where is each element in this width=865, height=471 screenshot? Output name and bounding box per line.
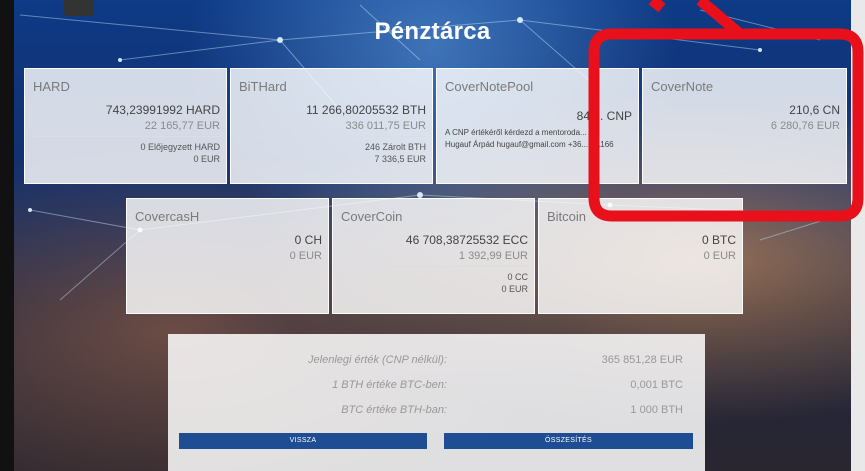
- card-eur-value: 0 EUR: [703, 250, 736, 262]
- card-amount: 84 ... CNP: [576, 109, 632, 123]
- wallet-card-bithard[interactable]: BiTHard 11 266,80205532 BTH 336 011,75 E…: [230, 68, 433, 184]
- card-amount: 46 708,38725532 ECC: [405, 233, 528, 247]
- card-name: CoverNotePool: [445, 79, 534, 94]
- card-sub-amount: 0 CC: [507, 272, 528, 282]
- card-divider: [239, 136, 426, 137]
- card-divider: [33, 136, 220, 137]
- card-sub-eur: 7 336,5 EUR: [374, 154, 426, 164]
- card-sub-amount: 246 Zárolt BTH: [364, 142, 426, 152]
- wallet-card-bitcoin[interactable]: Bitcoin 0 BTC 0 EUR: [538, 198, 743, 314]
- summary-panel: Jelenlegi érték (CNP nélkül): 365 851,28…: [168, 334, 705, 471]
- back-button[interactable]: VISSZA: [179, 433, 427, 449]
- card-name: CoverCoin: [341, 209, 403, 224]
- wallet-card-covercash[interactable]: CovercasH 0 CH 0 EUR: [126, 198, 329, 314]
- card-divider: [341, 266, 528, 267]
- card-note-contact: Hugauf Árpád hugauf@gmail.com +36...0111…: [445, 140, 614, 149]
- card-sub-amount: 0 Előjegyzett HARD: [140, 142, 220, 152]
- card-note-text: A CNP értékéről kérdezd a mentoroda...: [445, 128, 587, 137]
- card-name: Bitcoin: [547, 209, 587, 224]
- card-amount: 210,6 CN: [789, 103, 840, 117]
- summary-row-label: BTC értéke BTH-ban:: [341, 404, 447, 416]
- card-amount: 0 BTC: [701, 233, 736, 247]
- device-frame-right: [851, 0, 865, 471]
- device-camera: [64, 0, 94, 16]
- card-amount: 743,23991992 HARD: [105, 103, 220, 117]
- wallet-card-covercoin[interactable]: CoverCoin 46 708,38725532 ECC 1 392,99 E…: [332, 198, 535, 314]
- card-name: CovercasH: [135, 209, 200, 224]
- device-frame-left: [0, 0, 14, 471]
- card-amount: 11 266,80205532 BTH: [306, 103, 426, 117]
- summary-row-value: 1 000 BTH: [630, 404, 683, 416]
- card-eur-value: 336 011,75 EUR: [345, 120, 426, 132]
- summary-row-value: 0,001 BTC: [630, 379, 683, 391]
- page-title: Pénztárca: [374, 18, 491, 45]
- card-name: BiTHard: [239, 79, 287, 94]
- summary-row-value: 365 851,28 EUR: [601, 354, 683, 366]
- wallet-card-covernote[interactable]: CoverNote 210,6 CN 6 280,76 EUR: [642, 68, 847, 184]
- wallet-card-hard[interactable]: HARD 743,23991992 HARD 22 165,77 EUR 0 E…: [24, 68, 227, 184]
- card-amount: 0 CH: [294, 233, 322, 247]
- wallet-card-covernotepool[interactable]: CoverNotePool 84 ... CNP A CNP értékéről…: [436, 68, 639, 184]
- card-eur-value: 0 EUR: [289, 250, 322, 262]
- summary-row-label: Jelenlegi érték (CNP nélkül):: [308, 354, 447, 366]
- card-sub-eur: 0 EUR: [501, 284, 528, 294]
- card-name: CoverNote: [651, 79, 714, 94]
- card-sub-eur: 0 EUR: [193, 154, 220, 164]
- card-eur-value: 22 165,77 EUR: [144, 120, 220, 132]
- summary-row-label: 1 BTH értéke BTC-ben:: [332, 379, 447, 391]
- summary-button[interactable]: ÖSSZESÍTÉS: [444, 433, 693, 449]
- card-eur-value: 1 392,99 EUR: [458, 250, 528, 262]
- card-eur-value: 6 280,76 EUR: [770, 120, 840, 132]
- card-name: HARD: [33, 79, 70, 94]
